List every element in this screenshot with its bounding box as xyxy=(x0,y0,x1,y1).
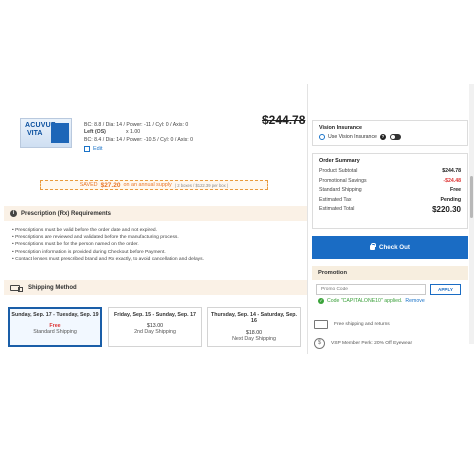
lock-icon xyxy=(370,243,377,250)
annual-savings-banner: SAVED $27.20 on an annual supply ( 2 box… xyxy=(40,180,268,190)
savings-amount: $27.20 xyxy=(100,181,121,189)
shipping-option-2nd-day[interactable]: Friday, Sep. 15 - Sunday, Sep. 17 $13.00… xyxy=(108,307,202,347)
summary-value: Pending xyxy=(440,196,461,203)
free-shipping-perk: Free shipping and returns xyxy=(314,320,390,329)
summary-row-shipping: Standard Shipping Free xyxy=(319,186,461,196)
list-item: Prescriptions must be valid before the o… xyxy=(12,227,204,234)
scrollbar-thumb[interactable] xyxy=(470,176,473,218)
summary-label: Standard Shipping xyxy=(319,187,362,194)
vision-insurance-toggle[interactable] xyxy=(389,134,401,140)
promo-code-input[interactable] xyxy=(316,284,426,295)
vsp-perk-text: VSP Member Perk: 20% Off Eyewear xyxy=(331,341,413,346)
right-eye-rx: BC: 8.8 / Dia: 14 / Power: -11 / Cyl: 0 … xyxy=(84,122,189,128)
apply-promo-button[interactable]: APPLY xyxy=(430,284,461,295)
prescription-title: Prescription (Rx) Requirements xyxy=(21,210,112,217)
shipping-method-name: 2nd Day Shipping xyxy=(134,329,176,336)
summary-value: Free xyxy=(450,187,461,194)
remove-promo-link[interactable]: Remove xyxy=(405,298,424,304)
promotion-header: Promotion xyxy=(312,266,468,280)
promo-applied-text: Code "CAPITALONE10" applied. xyxy=(327,298,403,304)
help-icon[interactable]: ? xyxy=(379,134,386,140)
left-eye-quantity: x 1.00 xyxy=(126,129,141,135)
shipping-date: Thursday, Sep. 14 - Saturday, Sep. 16 xyxy=(210,312,298,325)
checkout-button[interactable]: Check Out xyxy=(312,236,468,259)
vision-insurance-label: Use Vision Insurance xyxy=(328,134,377,140)
summary-label: Estimated Tax xyxy=(319,196,352,203)
shipping-method-name: Next Day Shipping xyxy=(232,335,276,342)
edit-icon xyxy=(84,146,90,152)
shipping-method-name: Standard Shipping xyxy=(33,329,77,336)
summary-value: -$24.48 xyxy=(443,177,461,184)
summary-row-tax: Estimated Tax Pending xyxy=(319,196,461,206)
edit-product-link[interactable]: Edit xyxy=(84,146,102,152)
shipping-date: Sunday, Sep. 17 - Tuesday, Sep. 19 xyxy=(11,312,99,318)
savings-text: on an annual supply xyxy=(123,182,172,188)
list-item: Prescription information is provided dur… xyxy=(12,249,204,256)
truck-icon xyxy=(10,284,23,292)
summary-label: Promotional Savings xyxy=(319,177,367,184)
page-scrollbar[interactable] xyxy=(469,84,474,344)
order-summary-panel: Order Summary Product Subtotal $244.78 P… xyxy=(312,153,468,229)
summary-row-total: Estimated Total $220.30 xyxy=(319,205,461,215)
shipping-truck-icon xyxy=(314,320,328,329)
product-image: ACUVUE VITA xyxy=(20,118,72,148)
left-eye-rx: BC: 8.4 / Dia: 14 / Power: -10.5 / Cyl: … xyxy=(84,137,193,143)
vision-insurance-title: Vision Insurance xyxy=(319,125,363,131)
vsp-perk: $ VSP Member Perk: 20% Off Eyewear xyxy=(314,338,412,349)
shipping-title: Shipping Method xyxy=(28,284,77,291)
promo-applied-message: ✓ Code "CAPITALONE10" applied. Remove xyxy=(318,298,425,304)
summary-value: $220.30 xyxy=(432,205,461,215)
list-item: Prescriptions are reviewed and validated… xyxy=(12,234,204,241)
shipping-option-standard[interactable]: Sunday, Sep. 17 - Tuesday, Sep. 19 Free … xyxy=(8,307,102,347)
order-summary-title: Order Summary xyxy=(319,158,360,164)
summary-value: $244.78 xyxy=(442,168,461,174)
list-item: Prescriptions must be for the person nam… xyxy=(12,241,204,248)
dollar-icon: $ xyxy=(314,338,325,349)
summary-row-subtotal: Product Subtotal $244.78 xyxy=(319,167,461,177)
checkout-label: Check Out xyxy=(379,244,410,251)
free-shipping-text: Free shipping and returns xyxy=(334,322,390,327)
vision-insurance-option[interactable]: Use Vision Insurance ? xyxy=(319,134,461,140)
savings-label: SAVED xyxy=(79,182,98,188)
prescription-requirements-list: Prescriptions must be valid before the o… xyxy=(12,227,204,263)
summary-label: Product Subtotal xyxy=(319,168,358,174)
shipping-option-next-day[interactable]: Thursday, Sep. 14 - Saturday, Sep. 16 $1… xyxy=(207,307,301,347)
left-eye-label-text: Left (OS) xyxy=(84,129,106,135)
product-brand-sub: VITA xyxy=(27,130,43,137)
summary-row-promo-savings: Promotional Savings -$24.48 xyxy=(319,177,461,187)
product-original-price: $244.78 xyxy=(262,113,306,127)
check-icon: ✓ xyxy=(318,298,324,304)
shipping-method-header: Shipping Method xyxy=(4,280,307,295)
vision-insurance-radio[interactable] xyxy=(319,134,325,140)
shipping-date: Friday, Sep. 15 - Sunday, Sep. 17 xyxy=(114,312,196,318)
info-icon: i xyxy=(10,210,17,217)
savings-detail: ( 2 boxes / $122.39 per box ) xyxy=(174,182,229,188)
product-box-stripe xyxy=(51,123,69,143)
left-eye-label: Left (OS) xyxy=(84,129,106,135)
summary-label: Estimated Total xyxy=(319,206,355,213)
vision-insurance-panel: Vision Insurance Use Vision Insurance ? xyxy=(312,120,468,146)
list-item: Contact lenses must prescribed brand and… xyxy=(12,256,204,263)
prescription-requirements-header: i Prescription (Rx) Requirements xyxy=(4,206,307,221)
edit-label: Edit xyxy=(93,146,103,152)
